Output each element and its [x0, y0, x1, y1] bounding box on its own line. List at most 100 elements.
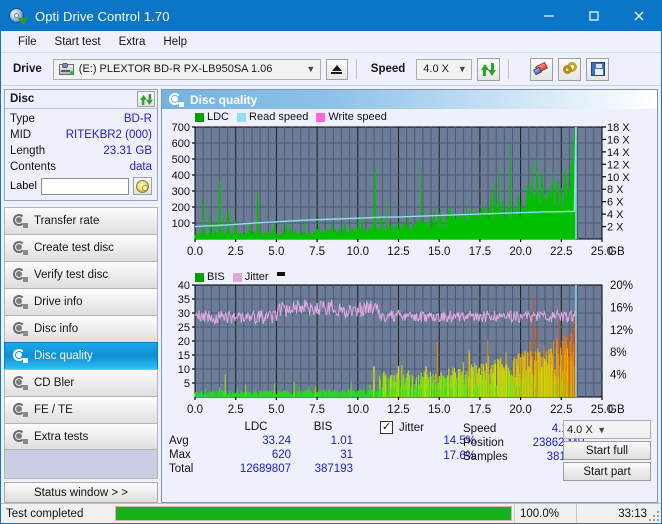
- svg-text:2.5: 2.5: [228, 404, 244, 416]
- disc-label-button[interactable]: [133, 177, 152, 195]
- svg-text:400: 400: [172, 170, 190, 182]
- main-area: Disc Type BD-R MID RITEKBR2 (000) Length…: [1, 86, 661, 503]
- disc-panel: Disc Type BD-R MID RITEKBR2 (000) Length…: [4, 89, 158, 201]
- svg-text:15.0: 15.0: [428, 246, 450, 258]
- disc-icon: [12, 295, 28, 309]
- svg-text:2 X: 2 X: [607, 222, 624, 234]
- disc-refresh-button[interactable]: [137, 91, 155, 107]
- svg-text:5: 5: [184, 378, 190, 390]
- disc-row-contents: Contents data: [10, 159, 152, 175]
- svg-text:12%: 12%: [610, 325, 633, 337]
- disc-icon: [12, 214, 28, 228]
- cd-icon: [136, 179, 149, 193]
- svg-text:10.0: 10.0: [347, 404, 369, 416]
- window-controls: [526, 1, 661, 31]
- legend-swatch-jitter: [232, 272, 242, 282]
- sidebar-item-drive-info[interactable]: Drive info: [4, 288, 158, 315]
- save-button[interactable]: [586, 57, 610, 81]
- minimize-button[interactable]: [526, 1, 571, 31]
- status-message: Test completed: [6, 507, 84, 520]
- sidebar-item-label: Verify test disc: [34, 269, 109, 281]
- menu-file[interactable]: File: [9, 34, 46, 50]
- row-label-total: Total: [169, 463, 194, 475]
- legend-label-bis: BIS: [207, 271, 225, 283]
- close-button[interactable]: [616, 1, 661, 31]
- disc-icon: [12, 241, 28, 255]
- disc-icon: [168, 92, 184, 107]
- disc-info-list: Type BD-R MID RITEKBR2 (000) Length 23.3…: [5, 109, 157, 200]
- refresh-button[interactable]: [477, 57, 501, 81]
- maximize-button[interactable]: [571, 1, 616, 31]
- menu-help[interactable]: Help: [154, 34, 196, 50]
- toolbar: Drive (E:) PLEXTOR BD-R PX-LB950SA 1.06 …: [1, 53, 661, 86]
- bis-chart-legend: BIS Jitter: [195, 271, 285, 283]
- key-button[interactable]: [558, 57, 582, 81]
- disc-icon: [12, 376, 28, 390]
- resize-grip[interactable]: [649, 511, 659, 521]
- sidebar-item-label: Extra tests: [34, 430, 89, 443]
- start-full-button[interactable]: Start full: [563, 441, 651, 460]
- speed-select-value: 4.0 X: [423, 63, 449, 75]
- tab-disc-quality[interactable]: Disc quality: [162, 90, 657, 109]
- toolbar-divider-2: [508, 59, 510, 79]
- drive-select[interactable]: (E:) PLEXTOR BD-R PX-LB950SA 1.06 ▼: [52, 58, 321, 80]
- sidebar-item-label: FE / TE: [34, 404, 73, 416]
- sidebar-item-label: CD Bler: [34, 377, 75, 389]
- svg-text:20: 20: [178, 336, 190, 348]
- ldc-chart-svg: 100 200 300 400 500 600 700 2 X4 X6 X8 X10 X12 …: [172, 122, 631, 258]
- sidebar-item-cd-bler[interactable]: CD Bler: [4, 369, 158, 396]
- svg-text:GB: GB: [608, 246, 625, 258]
- eraser-icon: [532, 61, 550, 76]
- legend-label-read-speed: Read speed: [249, 111, 309, 123]
- sidebar-item-disc-quality[interactable]: Disc quality: [4, 342, 158, 369]
- disc-icon: [12, 403, 28, 417]
- total-bis-value: 387193: [314, 463, 353, 475]
- drive-icon: [58, 62, 75, 76]
- svg-text:2.5: 2.5: [228, 246, 244, 258]
- menu-start-test[interactable]: Start test: [46, 34, 110, 50]
- svg-text:5.0: 5.0: [268, 404, 284, 416]
- content-panel: Disc quality LDC Read speed Write speed …: [161, 89, 658, 503]
- sidebar-item-label: Disc quality: [34, 350, 93, 362]
- svg-text:4%: 4%: [610, 370, 627, 382]
- key-icon: [562, 62, 578, 76]
- row-label-avg: Avg: [169, 435, 189, 447]
- charts-area: LDC Read speed Write speed 100 200 300 400 5…: [162, 109, 657, 502]
- sidebar-item-create-test-disc[interactable]: Create test disc: [4, 234, 158, 261]
- chevron-down-icon: ▼: [597, 424, 607, 435]
- svg-text:30: 30: [178, 308, 190, 320]
- progress-fill: [116, 507, 511, 520]
- svg-text:18 X: 18 X: [607, 122, 630, 134]
- menu-extra[interactable]: Extra: [110, 34, 155, 50]
- start-part-button[interactable]: Start part: [563, 462, 651, 481]
- table-header-row: LDC BIS: [168, 420, 354, 434]
- disc-label-input[interactable]: [40, 177, 129, 195]
- svg-text:12 X: 12 X: [607, 159, 630, 171]
- eject-button[interactable]: [325, 58, 348, 80]
- legend-swatch-write-speed: [316, 112, 326, 122]
- svg-text:14 X: 14 X: [607, 147, 630, 159]
- sidebar-item-extra-tests[interactable]: Extra tests: [4, 423, 158, 450]
- sidebar-item-transfer-rate[interactable]: Transfer rate: [4, 207, 158, 234]
- erase-button[interactable]: [530, 57, 554, 81]
- svg-text:20%: 20%: [610, 280, 633, 292]
- total-ldc-value: 12689807: [239, 463, 291, 475]
- disc-contents-label: Contents: [10, 161, 57, 173]
- title-bar: Opti Drive Control 1.70: [1, 1, 661, 31]
- sidebar-item-fe-te[interactable]: FE / TE: [4, 396, 158, 423]
- speed-select[interactable]: 4.0 X ▼: [416, 58, 473, 80]
- test-speed-value: 4.0 X: [567, 423, 593, 436]
- sidebar-item-label: Drive info: [34, 296, 83, 308]
- test-speed-select[interactable]: 4.0 X ▼: [563, 420, 651, 439]
- svg-text:16%: 16%: [610, 302, 633, 314]
- status-window-button[interactable]: Status window > >: [4, 482, 158, 503]
- sidebar-filler: [4, 450, 158, 479]
- jitter-checkbox[interactable]: ✓: [380, 421, 393, 434]
- disc-icon: [12, 268, 28, 282]
- sidebar-item-verify-test-disc[interactable]: Verify test disc: [4, 261, 158, 288]
- sidebar-item-disc-info[interactable]: Disc info: [4, 315, 158, 342]
- table-row: Avg 33.24 1.01: [168, 434, 354, 448]
- svg-text:20.0: 20.0: [509, 404, 531, 416]
- svg-text:7.5: 7.5: [309, 246, 325, 258]
- disc-type-label: Type: [10, 113, 35, 125]
